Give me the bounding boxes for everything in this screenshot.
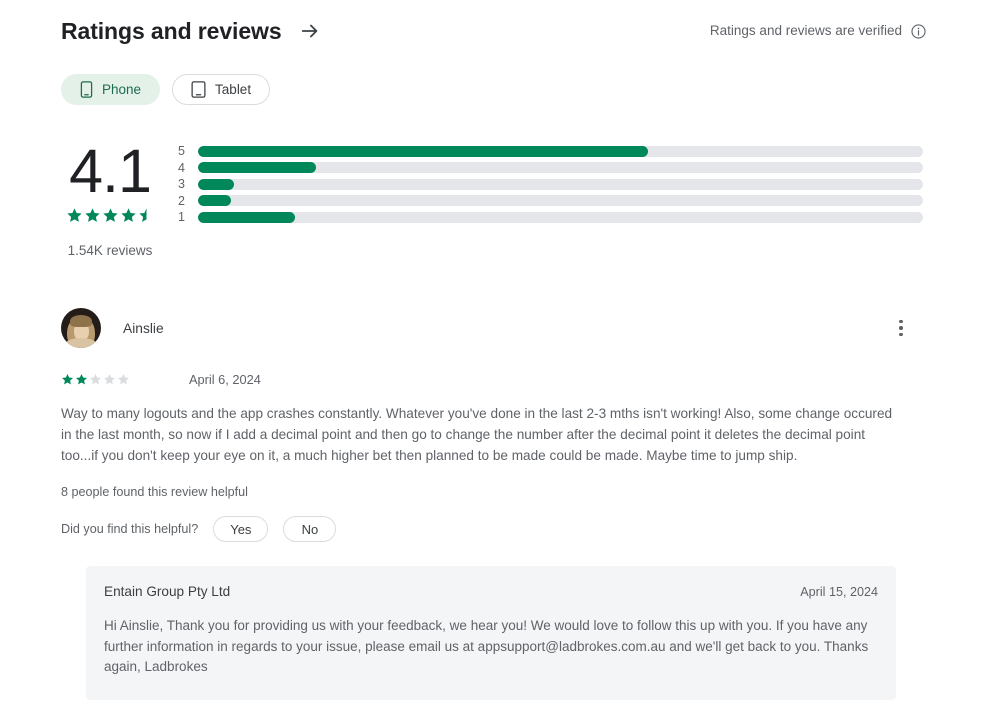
helpful-count-label: 8 people found this review helpful — [61, 485, 248, 500]
star-empty-icon — [90, 374, 101, 385]
page-title: Ratings and reviews — [61, 18, 282, 44]
review-date: April 6, 2024 — [189, 372, 261, 387]
rating-histogram: 5 4 3 2 1 — [167, 143, 923, 226]
developer-name: Entain Group Pty Ltd — [104, 584, 231, 599]
developer-reply-date: April 15, 2024 — [800, 585, 878, 599]
review-star-rating — [61, 373, 133, 386]
histogram-row-1[interactable]: 1 — [167, 209, 923, 226]
star-full-icon — [84, 208, 100, 222]
phone-icon — [80, 81, 93, 98]
info-circle-icon[interactable] — [910, 23, 927, 40]
star-empty-icon — [118, 374, 129, 385]
histogram-row-4[interactable]: 4 — [167, 160, 923, 177]
title-group: Ratings and reviews — [61, 16, 322, 46]
average-score: 4.1 — [69, 137, 152, 205]
review-item: Ainslie April 6, 2024 Way to many logout… — [61, 306, 923, 543]
histogram-track-3 — [198, 178, 923, 190]
avatar — [61, 308, 101, 348]
arrow-right-icon[interactable] — [298, 19, 322, 43]
review-meta: April 6, 2024 — [61, 372, 923, 387]
star-full-icon — [102, 208, 118, 222]
review-text: Way to many logouts and the app crashes … — [61, 406, 893, 463]
star-empty-icon — [104, 374, 115, 385]
histogram-label-4: 4 — [178, 160, 185, 175]
verified-label: Ratings and reviews are verified — [709, 23, 902, 38]
developer-reply-text: Hi Ainslie, Thank you for providing us w… — [104, 618, 869, 675]
developer-reply-header: Entain Group Pty Ltd April 15, 2024 — [104, 584, 878, 599]
tab-phone[interactable]: Phone — [61, 74, 161, 105]
histogram-fill-5 — [198, 145, 648, 157]
histogram-label-1: 1 — [178, 210, 185, 225]
reviewer-row: Ainslie — [61, 306, 923, 350]
review-count-label: 1.54K reviews — [67, 243, 153, 258]
histogram-row-5[interactable]: 5 — [167, 143, 923, 160]
histogram-label-2: 2 — [178, 193, 185, 208]
star-full-icon — [120, 208, 136, 222]
star-full-icon — [62, 374, 73, 385]
helpful-no-button[interactable]: No — [283, 516, 337, 543]
device-filter-tabs: Phone Tablet — [61, 74, 271, 105]
page-header: Ratings and reviews Ratings and reviews … — [61, 14, 927, 48]
histogram-label-5: 5 — [178, 144, 185, 159]
histogram-fill-2 — [198, 195, 232, 207]
more-vert-icon[interactable] — [887, 314, 915, 342]
reviewer-name: Ainslie — [123, 320, 164, 336]
histogram-label-3: 3 — [178, 177, 185, 192]
histogram-track-1 — [198, 211, 923, 223]
star-full-icon — [76, 374, 87, 385]
tablet-icon — [191, 81, 206, 98]
tab-phone-label: Phone — [102, 82, 142, 97]
histogram-row-2[interactable]: 2 — [167, 193, 923, 210]
average-star-rating — [66, 207, 155, 224]
histogram-track-5 — [198, 145, 923, 157]
helpful-question: Did you find this helpful? — [61, 522, 199, 537]
histogram-row-3[interactable]: 3 — [167, 176, 923, 193]
histogram-fill-1 — [198, 211, 296, 223]
star-full-icon — [66, 208, 82, 222]
developer-reply: Entain Group Pty Ltd April 15, 2024 Hi A… — [86, 566, 896, 700]
helpful-prompt-row: Did you find this helpful? Yes No — [61, 516, 923, 543]
tab-tablet-label: Tablet — [215, 82, 252, 97]
histogram-track-4 — [198, 162, 923, 174]
histogram-fill-4 — [198, 162, 317, 174]
tab-tablet[interactable]: Tablet — [172, 74, 271, 105]
verified-badge: Ratings and reviews are verified — [710, 21, 927, 41]
score-column: 4.1 1.54K reviews — [61, 140, 159, 258]
histogram-fill-3 — [198, 178, 234, 190]
helpful-yes-button[interactable]: Yes — [213, 516, 269, 543]
star-half-icon — [138, 208, 146, 222]
histogram-track-2 — [198, 195, 923, 207]
ratings-summary: 4.1 1.54K reviews 5 4 3 2 1 — [61, 140, 923, 258]
